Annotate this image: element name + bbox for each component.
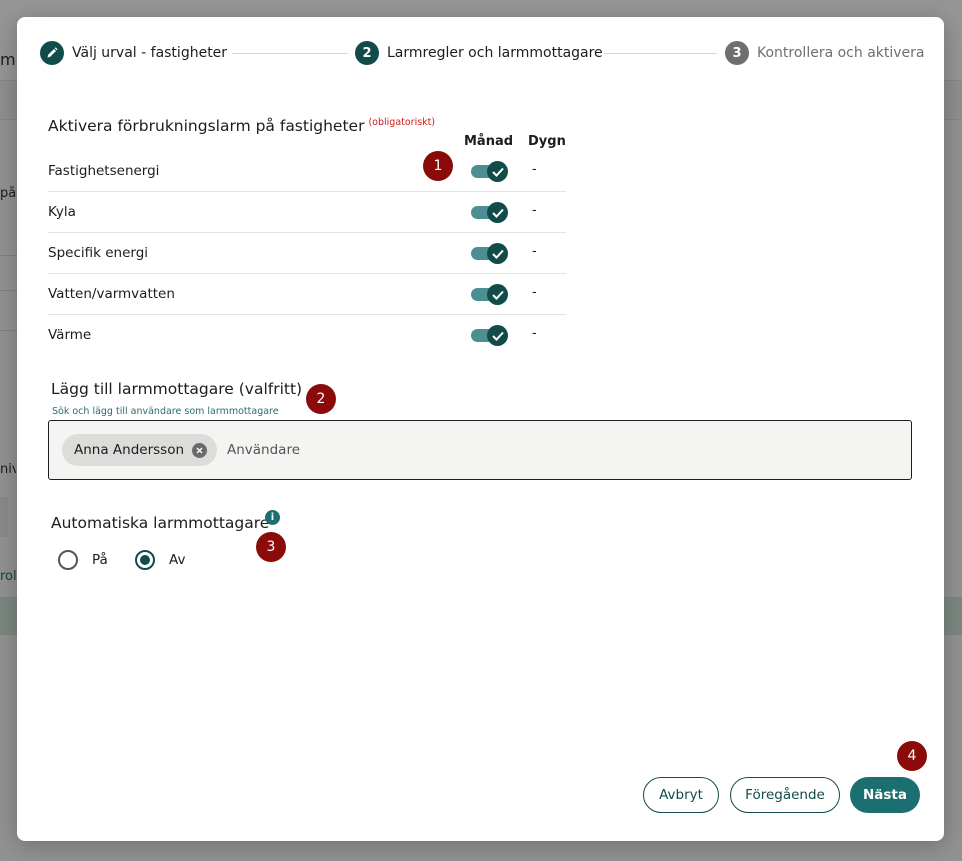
stepper-step-1[interactable]: Välj urval - fastigheter [40,41,227,65]
stepper-step-label: Välj urval - fastigheter [72,45,228,61]
alarm-row-label: Vatten/varmvatten [48,286,175,302]
radio-button-selected[interactable] [135,550,155,570]
recipients-title: Lägg till larmmottagare (valfritt) [51,380,303,398]
annotation-badge-2: 2 [306,384,336,414]
stepper-connector [232,53,348,54]
column-header-month: Månad [464,134,514,149]
day-value: - [532,285,537,300]
day-value: - [532,244,537,259]
month-toggle[interactable] [471,284,508,305]
month-toggle[interactable] [471,161,508,182]
info-icon[interactable]: i [265,510,280,525]
month-toggle[interactable] [471,202,508,223]
alarm-row-vatten: Vatten/varmvatten - [48,274,566,315]
day-value: - [532,162,537,177]
alarm-row-fastighetsenergi: Fastighetsenergi - [48,151,566,192]
radio-label: På [92,552,108,568]
alarm-row-label: Värme [48,327,92,343]
month-toggle[interactable] [471,325,508,346]
alarm-wizard-modal: Välj urval - fastigheter 2 Larmregler oc… [17,17,944,841]
stepper-connector [604,53,717,54]
alarm-row-label: Kyla [48,204,76,220]
alarm-row-specifik-energi: Specifik energi - [48,233,566,274]
next-button[interactable]: Nästa [850,777,920,813]
alarm-row-varme: Värme - [48,315,566,356]
radio-option-on[interactable]: På [58,550,108,570]
check-icon [487,284,508,305]
column-header-day: Dygn [528,134,566,149]
stepper-step-label: Kontrollera och aktivera [757,45,925,61]
check-icon [487,325,508,346]
recipient-search-field[interactable]: Anna Andersson [48,420,912,480]
user-search-input[interactable] [227,439,827,461]
user-chip: Anna Andersson [62,434,218,466]
user-chip-label: Anna Andersson [74,442,185,458]
check-icon [487,161,508,182]
required-label: (obligatoriskt) [368,117,436,128]
consumption-alarms-title: Aktivera förbrukningslarm på fastigheter… [48,117,435,135]
annotation-badge-3: 3 [256,532,286,562]
consumption-alarms-title-text: Aktivera förbrukningslarm på fastigheter [48,117,365,136]
radio-label: Av [169,552,186,568]
stepper-step-3[interactable]: 3 Kontrollera och aktivera [725,41,925,65]
month-toggle[interactable] [471,243,508,264]
check-icon [487,202,508,223]
annotation-badge-4: 4 [897,741,927,771]
step-number: 2 [355,41,379,65]
stepper-step-2[interactable]: 2 Larmregler och larmmottagare [355,41,603,65]
radio-option-off[interactable]: Av [135,550,185,570]
recipients-help-text: Sök och lägg till användare som larmmott… [52,406,279,417]
pencil-icon [40,41,64,65]
alarm-row-label: Fastighetsenergi [48,163,160,179]
radio-button[interactable] [58,550,78,570]
auto-recipients-title: Automatiska larmmottagare [51,514,270,532]
cancel-button[interactable]: Avbryt [643,777,719,813]
previous-button[interactable]: Föregående [730,777,840,813]
check-icon [487,243,508,264]
alarm-row-kyla: Kyla - [48,192,566,233]
day-value: - [532,203,537,218]
step-number: 3 [725,41,749,65]
remove-chip-icon[interactable] [192,442,208,458]
day-value: - [532,326,537,341]
alarm-row-label: Specifik energi [48,245,149,261]
stepper-step-label: Larmregler och larmmottagare [387,45,603,61]
